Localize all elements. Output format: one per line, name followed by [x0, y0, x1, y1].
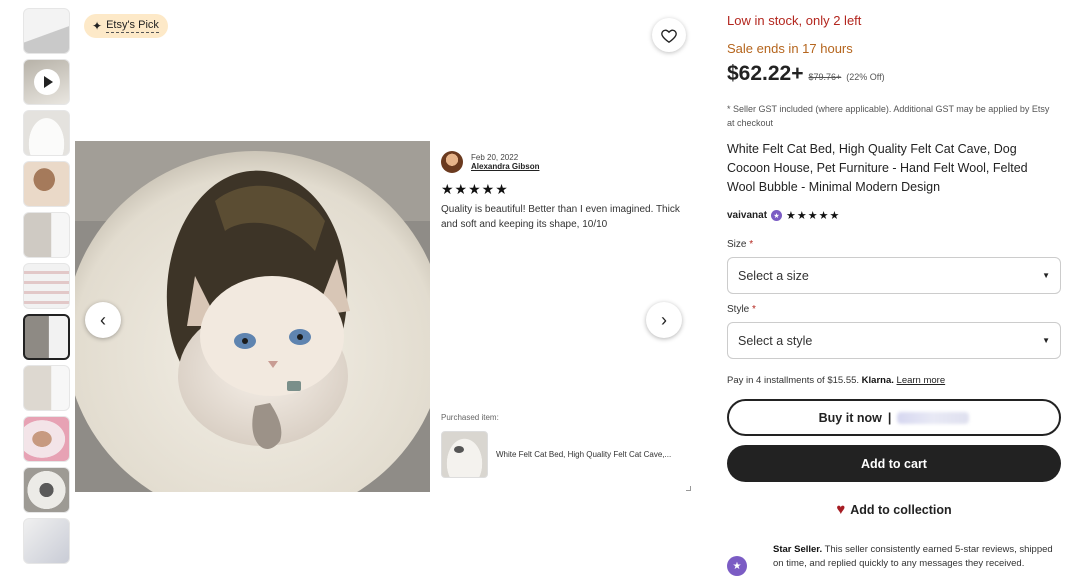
- seller-row: vaivanat ★ ★★★★★: [727, 209, 840, 222]
- add-to-collection-button[interactable]: ♥ Add to collection: [727, 501, 1061, 518]
- thumbnail-1[interactable]: [23, 8, 70, 54]
- stock-warning: Low in stock, only 2 left: [727, 13, 862, 28]
- caret-down-icon: ▼: [1042, 271, 1050, 280]
- thumbnail-7-active[interactable]: [23, 314, 70, 360]
- star-seller-text: Star Seller. This seller consistently ea…: [773, 543, 1061, 576]
- add-to-cart-label: Add to cart: [861, 456, 927, 471]
- style-label-text: Style: [727, 304, 750, 315]
- star-seller-icon: ★: [727, 556, 747, 576]
- purchased-item[interactable]: White Felt Cat Bed, High Quality Felt Ca…: [441, 431, 686, 478]
- thumbnail-10[interactable]: [23, 467, 70, 513]
- required-mark: *: [752, 304, 756, 315]
- previous-image-button[interactable]: ‹: [85, 302, 121, 338]
- style-label: Style *: [727, 304, 756, 315]
- klarna-text: Pay in 4 installments of $15.55.: [727, 375, 860, 386]
- review-rating-stars: ★★★★★: [441, 181, 509, 197]
- thumbnail-list: [23, 8, 71, 569]
- review-panel: Feb 20, 2022 Alexandra Gibson ★★★★★ Qual…: [441, 151, 686, 232]
- heart-icon: [661, 29, 677, 43]
- thumbnail-8[interactable]: [23, 365, 70, 411]
- next-image-button[interactable]: ›: [646, 302, 682, 338]
- size-label-text: Size: [727, 239, 747, 250]
- etsys-pick-badge[interactable]: ✦ Etsy's Pick: [84, 14, 168, 38]
- discount-percent: (22% Off): [846, 72, 885, 82]
- thumbnail-6[interactable]: [23, 263, 70, 309]
- buy-it-now-label: Buy it now: [818, 410, 882, 425]
- play-icon: [34, 69, 60, 95]
- style-select[interactable]: Select a style ▼: [727, 322, 1061, 359]
- klarna-installments: Pay in 4 installments of $15.55. Klarna.…: [727, 375, 945, 386]
- thumbnail-5[interactable]: [23, 212, 70, 258]
- thumbnail-11[interactable]: [23, 518, 70, 564]
- review-photo: [75, 141, 430, 492]
- chevron-left-icon: ‹: [100, 309, 106, 330]
- buy-it-now-separator: |: [887, 410, 892, 425]
- reviewer-avatar: [441, 151, 463, 173]
- chevron-right-icon: ›: [661, 309, 667, 330]
- review-date: Feb 20, 2022: [471, 153, 519, 162]
- buy-it-now-button[interactable]: Buy it now |: [727, 399, 1061, 436]
- current-price: $62.22+: [727, 62, 804, 85]
- gst-note: * Seller GST included (where applicable)…: [727, 104, 1050, 128]
- resize-corner-icon: [686, 486, 691, 491]
- original-price: $79.76+: [808, 72, 842, 82]
- thumbnail-9[interactable]: [23, 416, 70, 462]
- reviewer-name-link[interactable]: Alexandra Gibson: [471, 162, 539, 171]
- size-label: Size *: [727, 239, 753, 250]
- required-mark: *: [749, 239, 754, 250]
- sale-countdown: Sale ends in 17 hours: [727, 41, 853, 56]
- purchased-item-title: White Felt Cat Bed, High Quality Felt Ca…: [496, 450, 672, 459]
- thumbnail-4[interactable]: [23, 161, 70, 207]
- klarna-brand: Klarna.: [861, 375, 894, 386]
- seller-rating-stars: ★★★★★: [786, 210, 841, 222]
- payment-method-icon: [897, 411, 970, 424]
- thumbnail-video[interactable]: [23, 59, 70, 105]
- learn-more-link[interactable]: Learn more: [897, 375, 946, 386]
- cat-photo-illustration: [75, 141, 430, 492]
- size-select-value: Select a size: [738, 268, 809, 283]
- purchased-item-thumbnail: [441, 431, 488, 478]
- add-to-cart-button[interactable]: Add to cart: [727, 445, 1061, 482]
- sparkle-icon: ✦: [92, 19, 103, 33]
- add-to-collection-label: Add to collection: [850, 502, 952, 517]
- product-title: White Felt Cat Bed, High Quality Felt Ca…: [727, 142, 1028, 194]
- star-seller-badge-icon: ★: [771, 210, 783, 221]
- seller-name-link[interactable]: vaivanat: [727, 210, 767, 221]
- star-seller-info: ★ Star Seller. This seller consistently …: [727, 543, 1061, 576]
- caret-down-icon: ▼: [1042, 336, 1050, 345]
- favorite-button[interactable]: [652, 18, 686, 52]
- style-select-value: Select a style: [738, 333, 813, 348]
- review-header: Feb 20, 2022 Alexandra Gibson: [441, 151, 686, 173]
- star-seller-title: Star Seller.: [773, 544, 823, 555]
- heart-filled-icon: ♥: [836, 501, 846, 518]
- purchased-item-label: Purchased item:: [441, 413, 499, 422]
- thumbnail-3[interactable]: [23, 110, 70, 156]
- review-text: Quality is beautiful! Better than I even…: [441, 204, 680, 230]
- etsys-pick-label: Etsy's Pick: [106, 19, 159, 33]
- size-select[interactable]: Select a size ▼: [727, 257, 1061, 294]
- price-row: $62.22+ $79.76+ (22% Off): [727, 62, 885, 86]
